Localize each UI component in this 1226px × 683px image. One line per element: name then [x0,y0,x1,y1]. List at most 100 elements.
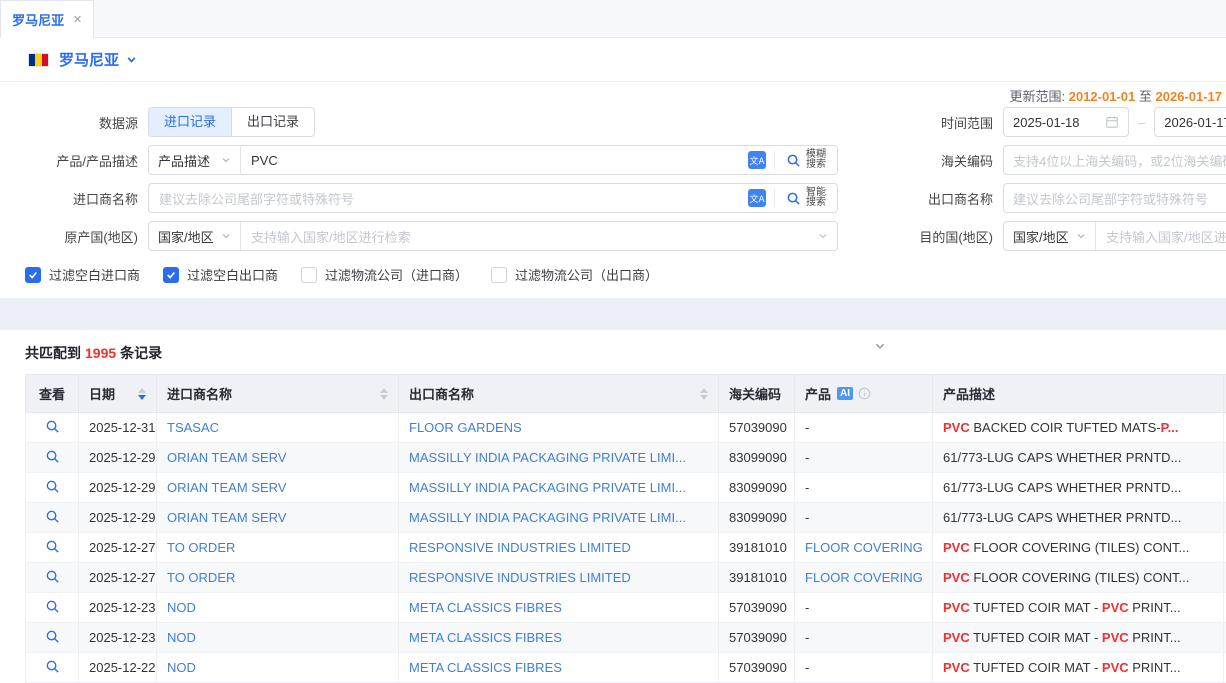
date-to-input[interactable]: 2026-01-17 [1154,107,1226,137]
exporter-input[interactable]: 建议去除公司尾部字符或特殊符号 [1003,183,1226,213]
origin-type-select[interactable]: 国家/地区 [149,222,241,250]
importer-link[interactable]: ORIAN TEAM SERV [167,450,286,465]
filter-checkbox-3[interactable]: 过滤物流公司（出口商） [491,265,658,284]
view-button[interactable] [26,593,79,623]
sort-icons-importer[interactable] [374,388,388,400]
view-button[interactable] [26,443,79,473]
product-label: 产品/产品描述 [0,151,148,170]
view-button[interactable] [26,533,79,563]
datasource-option-import[interactable]: 进口记录 [149,108,232,136]
exporter-link[interactable]: META CLASSICS FIBRES [409,660,562,675]
importer-link[interactable]: NOD [167,660,196,675]
column-header-importer[interactable]: 进口商名称 [157,375,399,413]
cell-hscode: 39181010 [719,563,795,593]
chevron-down-icon[interactable] [126,54,137,65]
view-record-icon[interactable] [45,659,60,674]
exporter-link[interactable]: FLOOR GARDENS [409,420,522,435]
column-header-date[interactable]: 日期 [79,375,157,413]
importer-link[interactable]: TO ORDER [167,570,235,585]
smart-search-button[interactable]: 智能搜索 [775,184,837,212]
exporter-link[interactable]: RESPONSIVE INDUSTRIES LIMITED [409,570,631,585]
results-panel: 共匹配到1995条记录 查看 日期 进口商名称 出口商名称 海关编码 产品 [0,330,1226,683]
chevron-down-icon [818,231,828,241]
chevron-down-icon [874,340,886,352]
view-record-icon[interactable] [45,419,60,434]
importer-link[interactable]: NOD [167,630,196,645]
table-row: 2025-12-23NODMETA CLASSICS FIBRES5703909… [26,593,1226,623]
view-button[interactable] [26,563,79,593]
product-value: - [805,450,809,465]
tab-close-icon[interactable]: × [73,12,82,27]
checkbox-icon[interactable] [491,267,507,283]
product-type-select[interactable]: 产品描述 [149,146,241,174]
view-record-icon[interactable] [45,599,60,614]
filter-section: 更新范围: 2012-01-01 至 2026-01-17 数据源 进口记录 出… [0,82,1226,284]
cell-product: - [795,413,933,443]
cell-date: 2025-12-23 [79,623,157,653]
sort-icons-exporter[interactable] [694,388,708,400]
view-button[interactable] [26,623,79,653]
importer-link[interactable]: TO ORDER [167,540,235,555]
exporter-link[interactable]: META CLASSICS FIBRES [409,600,562,615]
view-button[interactable] [26,413,79,443]
product-input[interactable]: PVC [241,153,748,168]
importer-link[interactable]: NOD [167,600,196,615]
exporter-link[interactable]: META CLASSICS FIBRES [409,630,562,645]
importer-link[interactable]: ORIAN TEAM SERV [167,510,286,525]
cell-date: 2025-12-23 [79,593,157,623]
column-header-exporter[interactable]: 出口商名称 [399,375,719,413]
keyword-highlight: PVC [1102,630,1129,645]
importer-link[interactable]: TSASAC [167,420,219,435]
destination-input[interactable]: 支持输入国家/地区进行检索 [1096,227,1226,246]
exporter-link[interactable]: MASSILLY INDIA PACKAGING PRIVATE LIMI... [409,510,686,525]
checkbox-label: 过滤物流公司（进口商） [325,265,468,284]
info-icon[interactable] [858,387,871,400]
date-from-input[interactable]: 2025-01-18 [1003,107,1129,137]
country-name[interactable]: 罗马尼亚 [59,49,119,70]
sort-icons-date[interactable] [132,388,146,400]
cell-date: 2025-12-27 [79,563,157,593]
product-value: - [805,600,809,615]
exporter-link[interactable]: RESPONSIVE INDUSTRIES LIMITED [409,540,631,555]
view-record-icon[interactable] [45,539,60,554]
filter-checkbox-1[interactable]: 过滤空白出口商 [163,265,278,284]
cell-description: 61/773-LUG CAPS WHETHER PRNTD... [933,443,1224,473]
cell-importer: ORIAN TEAM SERV [157,443,399,473]
view-button[interactable] [26,653,79,683]
filter-checkbox-2[interactable]: 过滤物流公司（进口商） [301,265,468,284]
chevron-down-icon [221,155,231,165]
translate-icon[interactable]: 文A [748,189,766,207]
cell-product: - [795,623,933,653]
origin-input[interactable]: 支持输入国家/地区进行检索 [241,227,818,246]
datasource-option-export[interactable]: 出口记录 [232,108,314,136]
exporter-link[interactable]: MASSILLY INDIA PACKAGING PRIVATE LIMI... [409,480,686,495]
view-record-icon[interactable] [45,479,60,494]
product-value: - [805,660,809,675]
cell-date: 2025-12-29 [79,473,157,503]
view-button[interactable] [26,473,79,503]
tab-romania[interactable]: 罗马尼亚 × [0,0,94,38]
cell-description: PVC FLOOR COVERING (TILES) CONT... [933,533,1224,563]
checkbox-icon[interactable] [25,267,41,283]
filter-row-origin: 原产国(地区) 国家/地区 支持输入国家/地区进行检索 目的国(地区) 国家/地… [0,221,1226,251]
cell-product: - [795,443,933,473]
view-button[interactable] [26,503,79,533]
product-link[interactable]: FLOOR COVERING [805,540,923,555]
destination-type-select[interactable]: 国家/地区 [1004,222,1096,250]
hscode-input[interactable]: 支持4位以上海关编码，或2位海关编码加 [1003,145,1226,175]
view-record-icon[interactable] [45,449,60,464]
importer-input[interactable]: 建议去除公司尾部字符或特殊符号 [149,189,748,208]
translate-icon[interactable]: 文A [748,151,766,169]
product-value: - [805,480,809,495]
product-link[interactable]: FLOOR COVERING [805,570,923,585]
exporter-link[interactable]: MASSILLY INDIA PACKAGING PRIVATE LIMI... [409,450,686,465]
checkbox-icon[interactable] [163,267,179,283]
view-record-icon[interactable] [45,629,60,644]
filter-checkbox-0[interactable]: 过滤空白进口商 [25,265,140,284]
cell-date: 2025-12-31 [79,413,157,443]
fuzzy-search-button[interactable]: 模糊搜索 [775,146,837,174]
view-record-icon[interactable] [45,509,60,524]
view-record-icon[interactable] [45,569,60,584]
importer-link[interactable]: ORIAN TEAM SERV [167,480,286,495]
checkbox-icon[interactable] [301,267,317,283]
